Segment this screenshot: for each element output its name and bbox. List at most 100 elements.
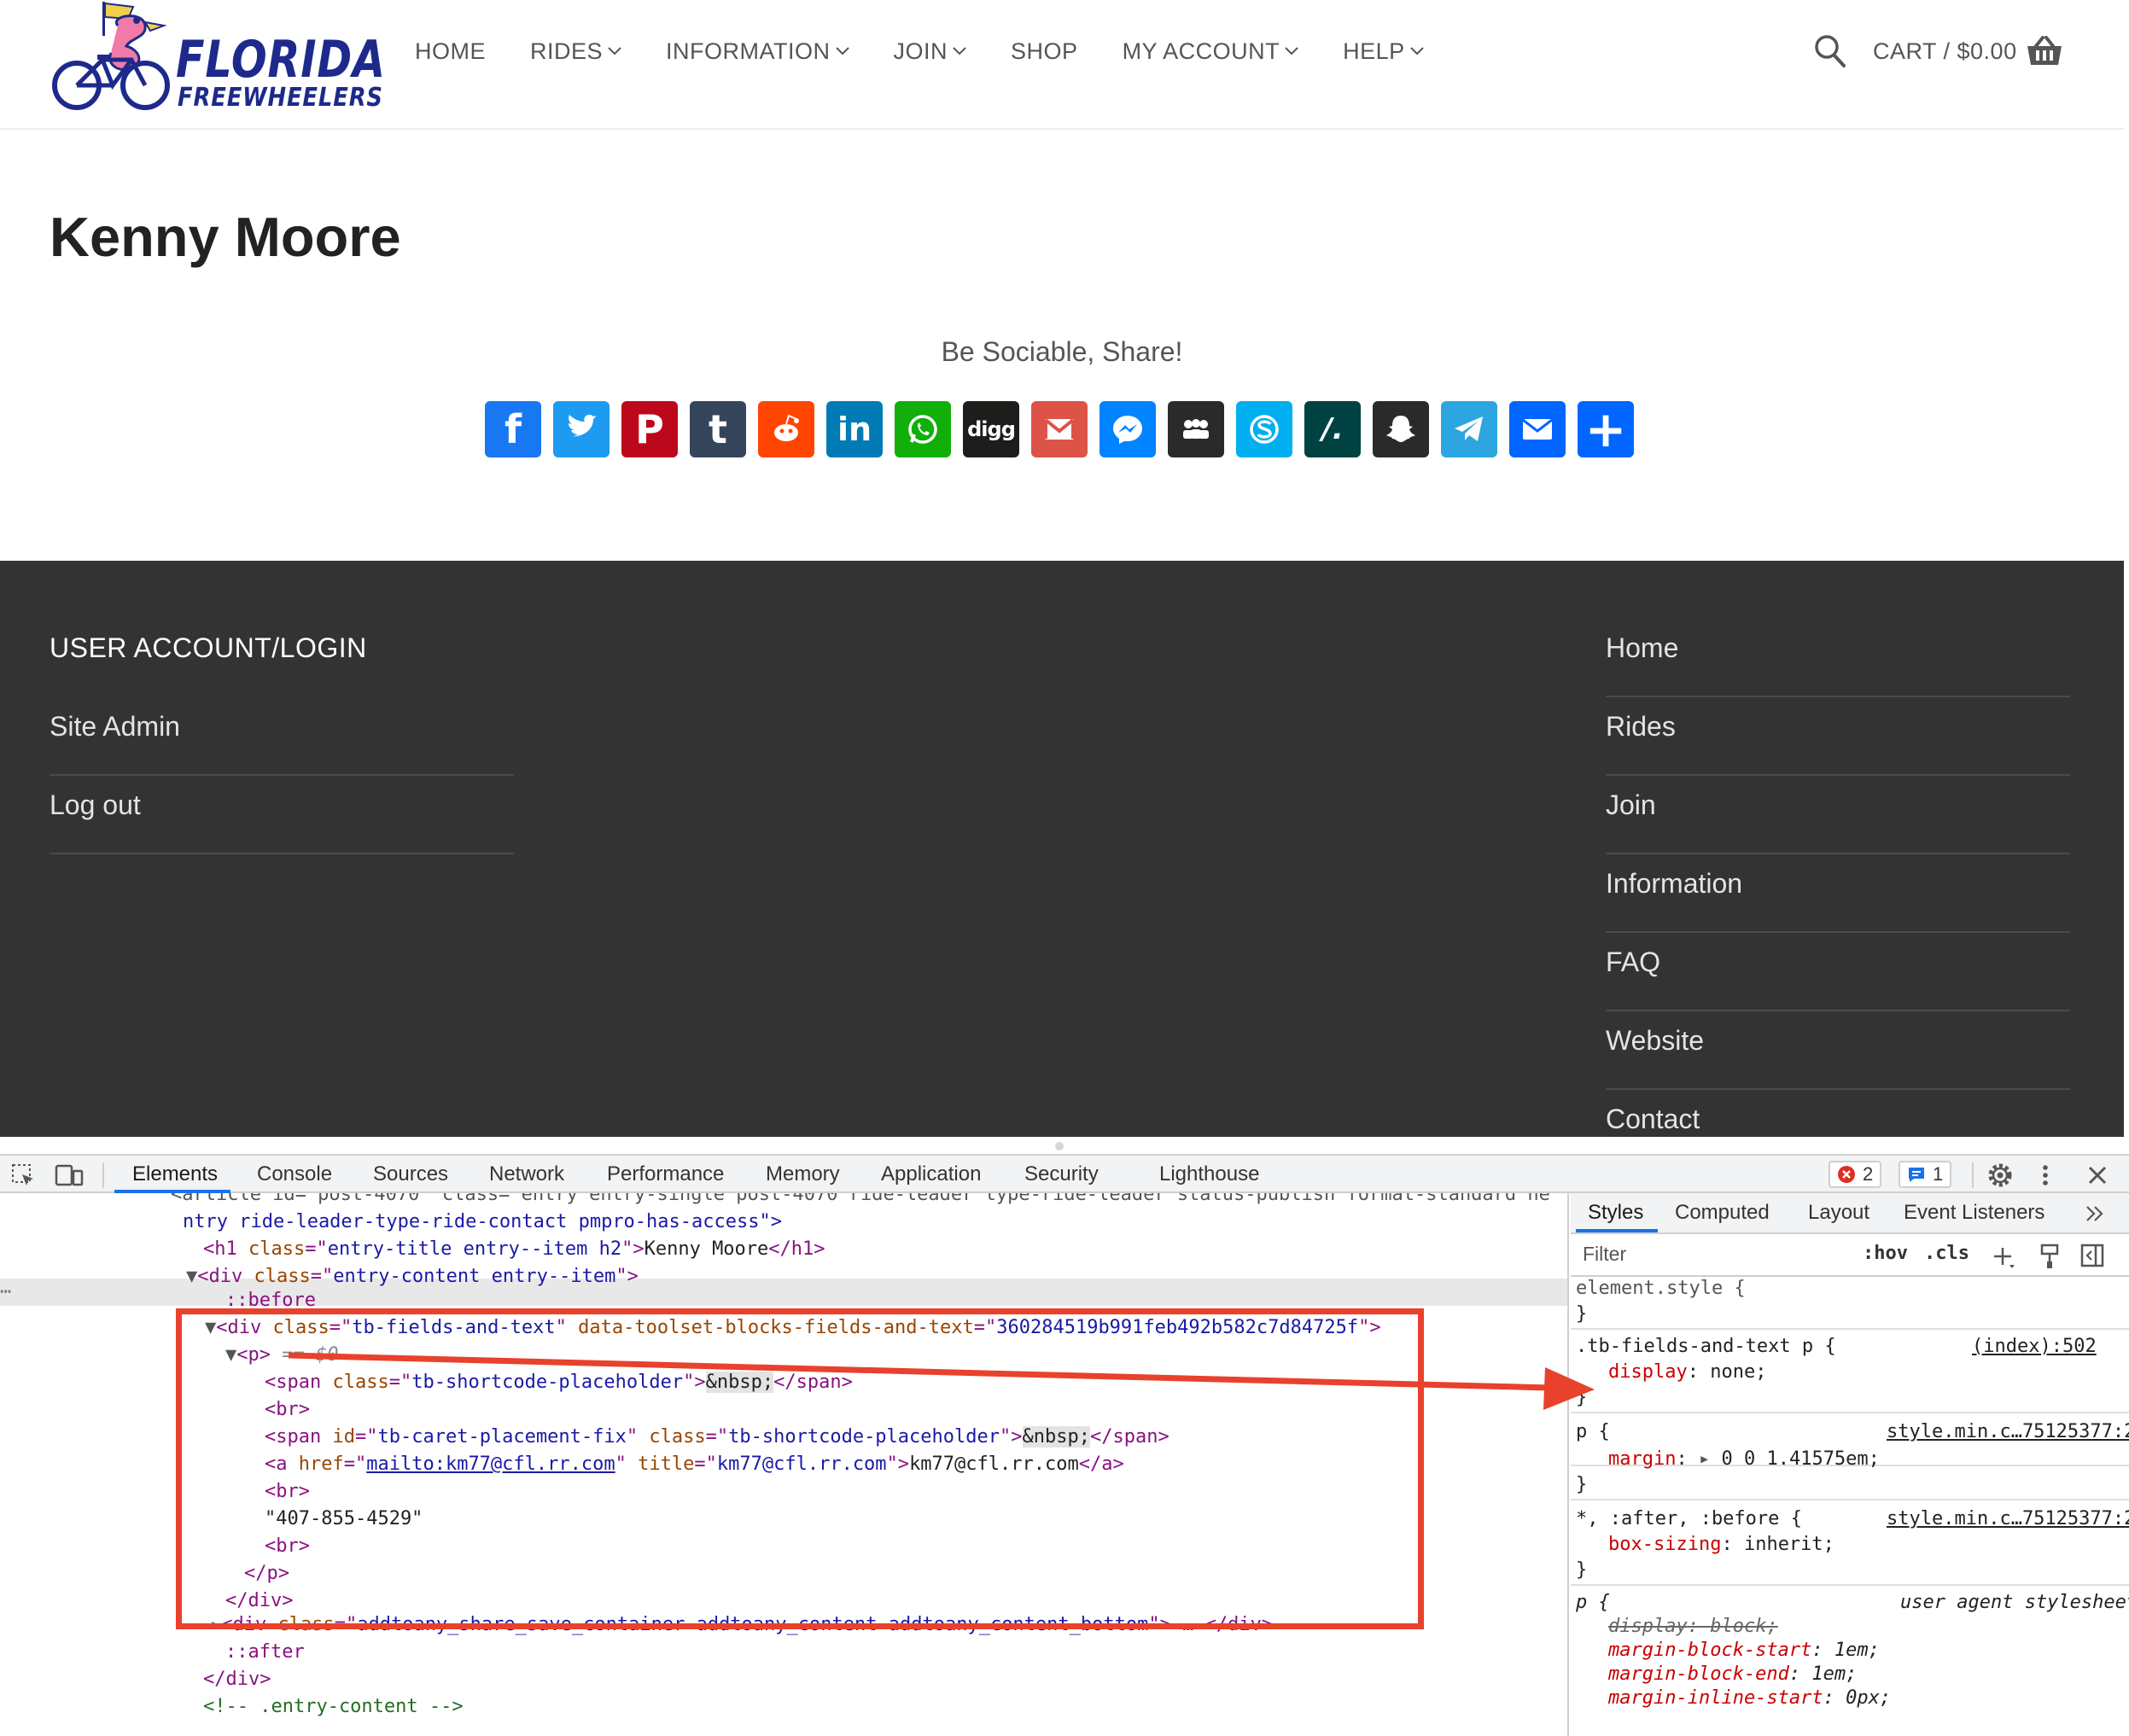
rule2-declaration[interactable]: margin: ▸ 0 0 1.41575em; [1608,1446,1880,1473]
rule2-selector[interactable]: p { [1576,1419,1610,1446]
nav-home[interactable]: HOME [415,34,486,68]
rule2-val: 0 0 1.41575em; [1721,1448,1880,1470]
footer-link-faq[interactable]: FAQ [1606,933,2070,1011]
ua-mbs-prop: margin-block-start [1608,1640,1812,1661]
styles-tabs: Styles Computed Layout Event Listeners [1571,1193,2129,1234]
inspect-element-icon[interactable] [10,1162,36,1188]
message-count: 1 [1933,1163,1944,1185]
tab-layout[interactable]: Layout [1808,1193,1869,1232]
ua-mbe-val: 1em; [1811,1663,1858,1685]
gear-icon[interactable] [1987,1162,2013,1188]
paint-format-icon[interactable] [2039,1243,2062,1270]
expand-shorthand-icon[interactable]: ▸ [1699,1448,1710,1470]
error-count: 2 [1863,1163,1874,1185]
nav-my-account[interactable]: MY ACCOUNT [1123,34,1299,68]
rule1-selector[interactable]: .tb-fields-and-text p { [1576,1333,1836,1360]
nav-rides[interactable]: RIDES [530,34,621,68]
tab-memory[interactable]: Memory [766,1156,840,1193]
close-icon[interactable] [2085,1162,2110,1188]
footer-link-rides[interactable]: Rides [1606,697,2070,776]
nav-help[interactable]: HELP [1343,34,1424,68]
share-button-digg[interactable]: digg [963,401,1019,457]
slashdot-icon: /. [1321,412,1344,446]
share-button-tumblr[interactable]: t [690,401,746,457]
entry-content-class: entry-content entry--item [333,1266,616,1287]
rule3-selector[interactable]: *, :after, :before { [1576,1506,1802,1533]
tab-security[interactable]: Security [1024,1156,1099,1193]
share-button-share[interactable]: + [1578,401,1634,457]
share-button-twitter[interactable] [553,401,610,457]
search-icon[interactable] [1813,32,1847,70]
error-count-badge[interactable]: 2 [1829,1161,1882,1188]
toggle-sidebar-icon[interactable] [2079,1243,2105,1268]
more-options-icon[interactable] [2039,1162,2052,1188]
tab-event-listeners[interactable]: Event Listeners [1904,1193,2044,1232]
h1-class: entry-title entry--item h2 [327,1238,622,1260]
facebook-icon: f [504,406,522,452]
tab-elements[interactable]: Elements [132,1156,218,1193]
footer-link-site-admin[interactable]: Site Admin [50,697,514,776]
nav-join[interactable]: JOIN [894,34,967,68]
footer-link-join[interactable]: Join [1606,776,2070,854]
class-toggle[interactable]: .cls [1924,1243,1969,1264]
skype-icon [1250,415,1279,444]
message-count-badge[interactable]: 1 [1899,1161,1952,1188]
tab-console[interactable]: Console [257,1156,332,1193]
pinterest-icon: P [635,406,664,452]
annotation-highlight-box [176,1308,1424,1629]
rule4-selector[interactable]: p { [1576,1589,1610,1617]
share-button-email[interactable] [1509,401,1566,457]
footer-link-website[interactable]: Website [1606,1011,2070,1090]
tab-lighthouse[interactable]: Lighthouse [1159,1156,1259,1193]
device-toolbar-icon[interactable] [55,1162,84,1188]
footer-link-log-out[interactable]: Log out [50,776,514,854]
rule1-source-link[interactable]: (index):502 [1972,1333,2097,1360]
dom-line-article: <article id="post-4070" class="entry ent… [171,1193,1550,1205]
tab-sources[interactable]: Sources [373,1156,448,1193]
pseudo-after: ::after [225,1641,305,1663]
tab-network[interactable]: Network [489,1156,564,1193]
share-button-telegram[interactable] [1441,401,1497,457]
rule1-close: } [1576,1387,1588,1408]
share-button-google-gmail[interactable] [1031,401,1088,457]
share-button-slashdot[interactable]: /. [1304,401,1361,457]
rule3-source-link[interactable]: style.min.c…75125377:24 [1887,1506,2129,1533]
share-button-snapchat[interactable] [1373,401,1429,457]
share-button-linkedin[interactable]: in [826,401,883,457]
share-button-skype[interactable] [1236,401,1292,457]
share-button-reddit[interactable] [758,401,814,457]
share-button-pinterest[interactable]: P [621,401,678,457]
devtools-resize-handle[interactable] [0,1137,2129,1154]
myspace-icon [1183,419,1209,439]
styles-filter-input[interactable]: Filter [1583,1243,1626,1266]
site-logo[interactable]: FLORIDA FREEWHEELERS [50,0,385,115]
new-rule-icon[interactable] [1991,1244,2016,1270]
chevron-down-icon [835,47,849,55]
tab-computed[interactable]: Computed [1675,1193,1770,1232]
tab-styles[interactable]: Styles [1588,1193,1643,1232]
ua-mis-prop: margin-inline-start [1608,1687,1823,1709]
rule1-declaration[interactable]: display: none; [1608,1359,1766,1386]
rule2-source-link[interactable]: style.min.c…75125377:24 [1887,1419,2129,1446]
hover-state-toggle[interactable]: :hov [1863,1243,1908,1264]
tab-application[interactable]: Application [881,1156,981,1193]
rule3-declaration[interactable]: box-sizing: inherit; [1608,1531,1834,1558]
cart-link[interactable]: CART / $0.00 [1873,34,2063,68]
tab-performance[interactable]: Performance [607,1156,724,1193]
dom-line-h1[interactable]: <h1 class="entry-title entry--item h2">K… [203,1236,825,1263]
dom-line-comment[interactable]: <!-- .entry-content --> [203,1693,464,1721]
more-tabs-icon[interactable] [2085,1205,2105,1222]
ua-mbs-val: 1em; [1834,1640,1880,1661]
dom-line-div-close-2[interactable]: </div> [203,1666,271,1693]
footer-link-information[interactable]: Information [1606,854,2070,933]
share-button-facebook[interactable]: f [485,401,541,457]
nav-information[interactable]: INFORMATION [666,34,849,68]
snapchat-icon [1386,416,1415,442]
nav-shop[interactable]: SHOP [1011,34,1078,68]
dom-line-after[interactable]: ::after [225,1639,305,1666]
share-button-facebook-messenger[interactable] [1099,401,1156,457]
element-style-selector[interactable]: element.style { [1576,1275,1746,1302]
share-button-whatsapp[interactable] [895,401,951,457]
share-button-myspace[interactable] [1168,401,1224,457]
footer-link-home[interactable]: Home [1606,619,2070,697]
